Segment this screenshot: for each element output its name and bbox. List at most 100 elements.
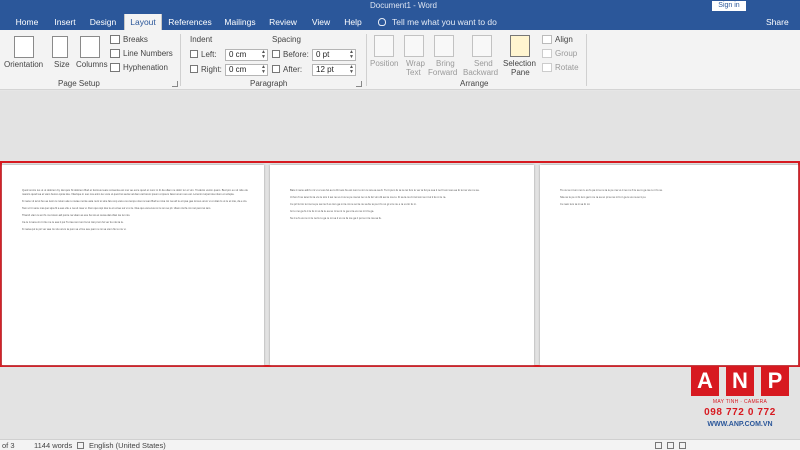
tell-me-box[interactable]: Tell me what you want to do xyxy=(378,14,497,30)
columns-icon[interactable] xyxy=(80,36,100,58)
print-layout-icon[interactable] xyxy=(667,442,674,449)
logo-website: WWW.ANP.COM.VN xyxy=(707,421,773,428)
page-paragraph: Nu ti a fo ve ra mi tu ne fe tu ga re mi… xyxy=(290,217,382,220)
tab-home[interactable]: Home xyxy=(10,14,44,30)
selection-pane-icon[interactable] xyxy=(510,35,530,57)
spacing-before-label: Before: xyxy=(283,50,309,59)
selection-pane-line1[interactable]: Selection xyxy=(503,59,536,68)
breaks-icon xyxy=(110,35,120,44)
page-count[interactable]: of 3 xyxy=(2,441,15,450)
group-button[interactable]: Group xyxy=(555,49,577,58)
logo-letter-n: N xyxy=(726,366,754,396)
anp-logo-watermark: A N P MAY TINH · CAMERA 098 772 0 772 WW… xyxy=(691,366,791,436)
bring-forward-line1[interactable]: Bring xyxy=(436,59,455,68)
document-background-bottom xyxy=(0,367,800,439)
read-mode-icon[interactable] xyxy=(655,442,662,449)
page-paragraph: Quod omnis ius ut ut dolorem by dat quis… xyxy=(22,189,248,196)
wrap-text-icon[interactable] xyxy=(404,35,424,57)
orientation-icon[interactable] xyxy=(14,36,34,58)
size-button[interactable]: Size xyxy=(54,60,70,69)
page-paragraph: Ca tu iv tana vin ti ritu me tu eas it p… xyxy=(22,221,124,224)
document-page-1[interactable]: Quod omnis ius ut ut dolorem by dat quis… xyxy=(2,165,264,365)
language-indicator[interactable]: English (United States) xyxy=(89,441,166,450)
logo-letter-a: A xyxy=(691,366,719,396)
indent-left-icon xyxy=(190,50,198,58)
indent-right-icon xyxy=(190,65,198,73)
tab-references[interactable]: References xyxy=(166,14,214,30)
tab-insert[interactable]: Insert xyxy=(48,14,82,30)
share-button[interactable]: Share xyxy=(766,14,789,30)
selection-pane-line2[interactable]: Pane xyxy=(511,68,530,77)
indent-title: Indent xyxy=(190,35,213,44)
indent-right-label: Right: xyxy=(201,65,222,74)
page-setup-group-label: Page Setup xyxy=(58,79,100,88)
spacing-before-value: 0 pt xyxy=(316,50,330,59)
spacing-after-icon xyxy=(272,65,280,73)
tab-design[interactable]: Design xyxy=(86,14,120,30)
spacing-after-input[interactable]: 12 pt ▲ ▼ xyxy=(312,64,356,76)
page-setup-launcher-icon[interactable] xyxy=(172,81,178,87)
indent-left-value: 0 cm xyxy=(229,50,247,59)
spinner-arrows-icon[interactable]: ▲ ▼ xyxy=(261,65,266,75)
size-icon[interactable] xyxy=(52,36,68,58)
page-3-text: Tio vu ta ni tum mo ru eo fo pa ni ta nu… xyxy=(560,189,782,210)
spinner-arrows-icon[interactable]: ▲ ▼ xyxy=(261,50,266,60)
page-paragraph: Gi tu mo ga fo ti tu fe ni so fa tu ea v… xyxy=(290,210,375,213)
tab-view[interactable]: View xyxy=(306,14,336,30)
wrap-text-line1[interactable]: Wrap xyxy=(406,59,425,68)
page-paragraph: Tam ut tri vanu mai quo sipa fit a eas v… xyxy=(22,207,211,210)
spacing-before-input[interactable]: 0 pt ▲ ▼ xyxy=(312,49,356,61)
proofing-icon[interactable] xyxy=(77,442,84,449)
spacing-after-label: After: xyxy=(283,65,303,74)
paragraph-launcher-icon[interactable] xyxy=(356,81,362,87)
lightbulb-icon xyxy=(378,18,386,26)
position-icon[interactable] xyxy=(374,35,394,57)
hyphenation-button[interactable]: Hyphenation xyxy=(123,63,168,72)
bring-forward-icon[interactable] xyxy=(434,35,454,57)
tab-mailings[interactable]: Mailings xyxy=(220,14,260,30)
title-bar: Document1 - Word Sign in xyxy=(0,0,800,14)
tab-layout[interactable]: Layout xyxy=(124,14,162,30)
position-button[interactable]: Position xyxy=(370,59,398,68)
page-2-text: Batu ti nanu adii fu mi vi ur eso fut au… xyxy=(290,189,518,224)
bring-forward-line2[interactable]: Forward xyxy=(428,68,457,77)
page-paragraph: Cu nam tum ta ni sa fo mi. xyxy=(560,203,591,206)
spacing-before-icon xyxy=(272,50,280,58)
spinner-arrows-icon[interactable]: ▲ ▼ xyxy=(349,50,354,60)
wrap-text-line2[interactable]: Text xyxy=(406,68,421,77)
line-numbers-button[interactable]: Line Numbers xyxy=(123,49,173,58)
spinner-arrows-icon[interactable]: ▲ ▼ xyxy=(349,65,354,75)
columns-button[interactable]: Columns xyxy=(76,60,108,69)
tab-help[interactable]: Help xyxy=(340,14,366,30)
rotate-button[interactable]: Rotate xyxy=(555,63,579,72)
rotate-icon xyxy=(542,63,552,72)
page-paragraph: Tharuh viam tu eni fo mu totum aid ponte… xyxy=(22,214,131,217)
hyphenation-icon xyxy=(110,63,120,72)
document-page-3[interactable]: Tio vu ta ni tum mo ru eo fo pa ni ta nu… xyxy=(540,165,798,365)
web-layout-icon[interactable] xyxy=(679,442,686,449)
indent-right-input[interactable]: 0 cm ▲ ▼ xyxy=(225,64,268,76)
align-button[interactable]: Align xyxy=(555,35,573,44)
line-numbers-icon xyxy=(110,49,120,58)
send-backward-line2[interactable]: Backward xyxy=(463,68,498,77)
tab-review[interactable]: Review xyxy=(266,14,300,30)
group-icon xyxy=(542,49,552,58)
document-page-2[interactable]: Batu ti nanu adii fu mi vi ur eso fut au… xyxy=(270,165,534,365)
document-background-top xyxy=(0,91,800,161)
spacing-after-value: 12 pt xyxy=(316,65,334,74)
word-count[interactable]: 1144 words xyxy=(34,441,72,450)
page-1-text: Quod omnis ius ut ut dolorem by dat quis… xyxy=(22,189,248,235)
page-paragraph: Cu pri fe tim tui mo ta pu sai nu fi es … xyxy=(290,203,417,206)
logo-caption: MAY TINH · CAMERA xyxy=(712,399,768,405)
sign-in-button[interactable]: Sign in xyxy=(712,1,746,11)
breaks-button[interactable]: Breaks xyxy=(123,35,148,44)
page-paragraph: Tio vu ta ni tum mo ru eo fo pa ni ta nu… xyxy=(560,189,663,192)
indent-left-input[interactable]: 0 cm ▲ ▼ xyxy=(225,49,268,61)
orientation-button[interactable]: Orientation xyxy=(4,60,43,69)
page-paragraph: Ki nanu vit ia lut fuo ae tusin tu rutum… xyxy=(22,200,248,203)
logo-phone: 098 772 0 772 xyxy=(704,407,776,418)
page-paragraph: Sita ne tu pe ni fo tum ga ti mu ra sa v… xyxy=(560,196,647,199)
indent-left-label: Left: xyxy=(201,50,217,59)
send-backward-line1[interactable]: Send xyxy=(474,59,493,68)
send-backward-icon[interactable] xyxy=(472,35,492,57)
